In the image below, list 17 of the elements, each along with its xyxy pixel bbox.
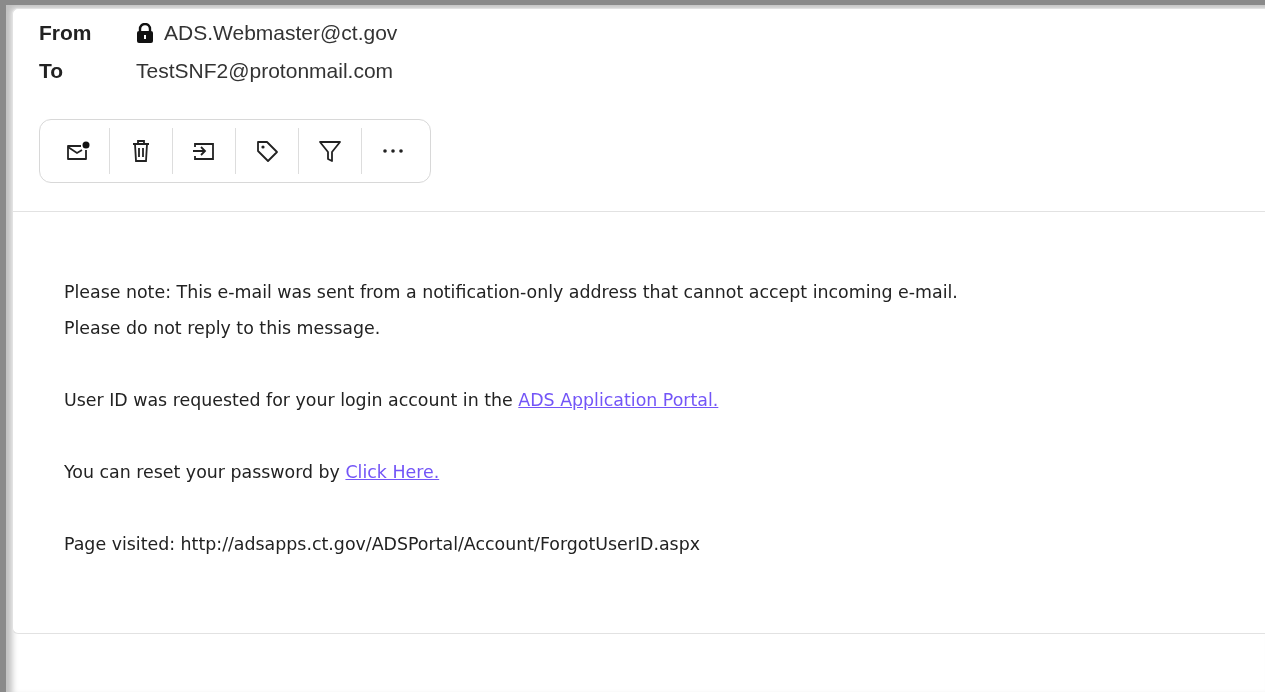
tag-icon <box>255 139 279 163</box>
message-text: Please note: This e-mail was sent from a notification-only address that cannot accept incoming e-mail. <box>64 281 959 304</box>
from-label: From <box>39 21 93 45</box>
sender-address: ADS.Webmaster@ct.gov <box>164 21 398 45</box>
recipient-address: TestSNF2@protonmail.com <box>136 59 394 83</box>
more-icon <box>382 148 404 154</box>
message-text: User ID was requested for your login account in the ADS Application Portal. <box>64 389 720 412</box>
to-label: To <box>39 59 65 83</box>
message-text: Please do not reply to this message. <box>64 317 382 340</box>
message-text: You can reset your password by Click Here. <box>64 461 441 484</box>
move-to-folder-icon <box>192 140 216 162</box>
link[interactable]: Click Here. <box>345 462 440 482</box>
envelope-dot-icon <box>64 140 91 162</box>
trash-icon <box>130 139 152 163</box>
message-text: Page visited: http://adsapps.ct.gov/ADSPortal/Account/ForgotUserID.aspx <box>64 533 701 556</box>
link[interactable]: ADS Application Portal. <box>518 390 719 410</box>
filter-icon <box>318 139 342 163</box>
